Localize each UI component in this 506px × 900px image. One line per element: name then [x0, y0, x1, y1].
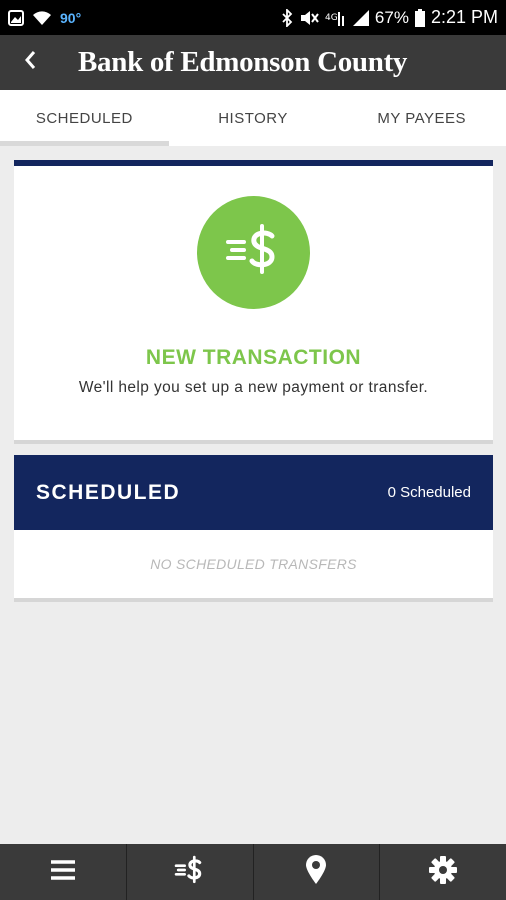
signal-icon [352, 9, 369, 26]
status-bar: 90° 4G 67% 2:21 PM [0, 0, 506, 35]
chevron-left-icon [23, 49, 37, 76]
nav-settings[interactable] [379, 844, 506, 900]
mute-icon [299, 10, 319, 26]
back-button[interactable] [0, 35, 60, 90]
battery-icon [414, 8, 425, 27]
location-pin-icon [305, 854, 327, 890]
scheduled-title: SCHEDULED [36, 480, 181, 504]
scheduled-header: SCHEDULED 0 Scheduled [14, 455, 493, 530]
wifi-icon [32, 10, 52, 26]
gallery-icon [8, 9, 24, 26]
gear-icon [428, 855, 458, 890]
new-transaction-button[interactable] [197, 196, 310, 309]
app-bar: Bank of Edmonson County [0, 35, 506, 90]
new-transaction-subtitle: We'll help you set up a new payment or t… [78, 379, 429, 396]
svg-text:4G: 4G [325, 13, 338, 23]
tab-history[interactable]: HISTORY [169, 90, 338, 146]
new-transaction-title: NEW TRANSACTION [145, 346, 362, 369]
temperature-text: 90° [60, 9, 82, 26]
nav-menu[interactable] [0, 844, 126, 900]
menu-icon [49, 859, 77, 886]
bottom-nav [0, 844, 506, 900]
app-title: Bank of Edmonson County [78, 46, 408, 78]
money-transfer-icon [224, 222, 284, 283]
tab-bar: SCHEDULED HISTORY MY PAYEES [0, 90, 506, 146]
new-transaction-card[interactable]: NEW TRANSACTION We'll help you set up a … [14, 160, 493, 440]
lte-icon: 4G [325, 10, 347, 26]
tab-scheduled[interactable]: SCHEDULED [0, 90, 169, 146]
bluetooth-icon [281, 8, 293, 27]
scheduled-list: NO SCHEDULED TRANSFERS [14, 530, 493, 598]
scheduled-count: 0 Scheduled [387, 484, 471, 501]
battery-percent: 67% [374, 7, 409, 27]
tab-my-payees[interactable]: MY PAYEES [337, 90, 506, 146]
clock-time: 2:21 PM [430, 7, 498, 27]
nav-transfers[interactable] [125, 844, 253, 900]
transfer-icon [173, 855, 207, 890]
empty-state-text: NO SCHEDULED TRANSFERS [150, 556, 357, 572]
nav-locations[interactable] [252, 844, 380, 900]
